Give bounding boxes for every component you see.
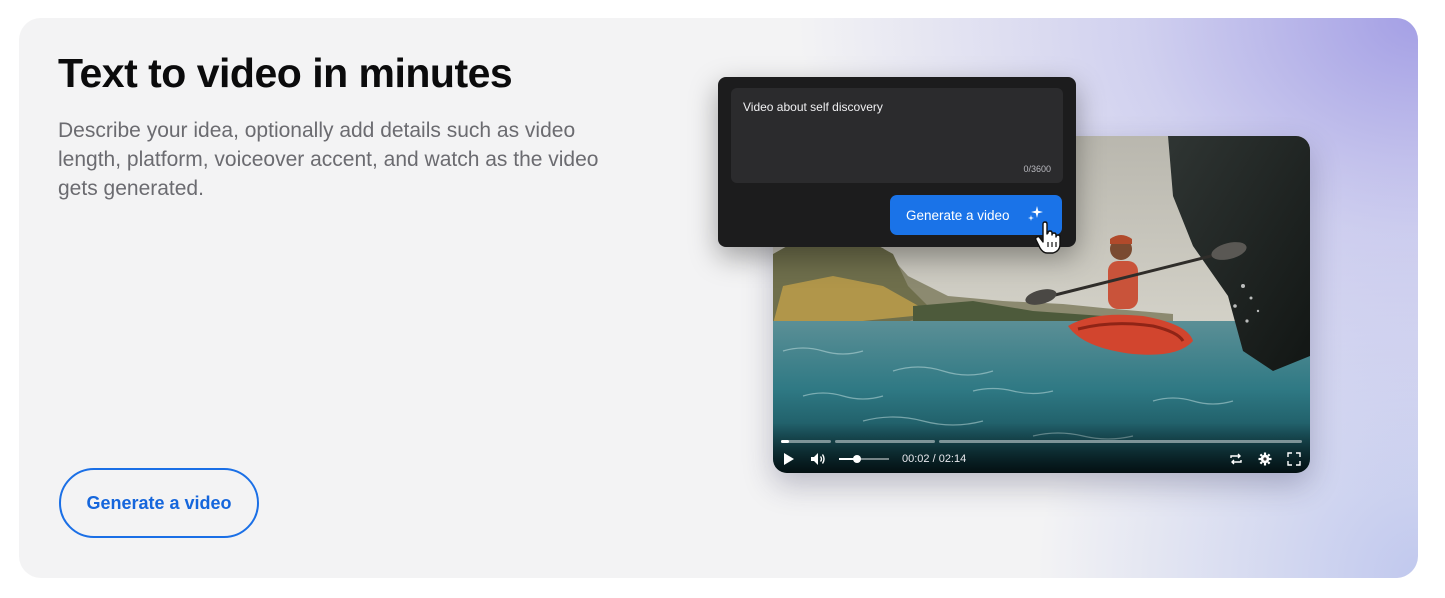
play-icon[interactable] (783, 452, 795, 466)
character-counter: 0/3600 (1023, 164, 1051, 174)
pointer-hand-icon (1034, 221, 1061, 254)
prompt-panel: Video about self discovery 0/3600 Genera… (718, 77, 1076, 254)
progress-fill (781, 440, 789, 443)
progress-segment[interactable] (835, 440, 935, 443)
feature-description: Describe your idea, optionally add detai… (58, 119, 599, 200)
feature-card: Text to video in minutes Describe your i… (19, 18, 1418, 578)
volume-slider[interactable] (839, 455, 889, 463)
video-controls: 00:02 / 02:14 (773, 423, 1310, 473)
video-progress-bar[interactable] (781, 440, 1302, 443)
fullscreen-icon[interactable] (1287, 452, 1301, 466)
progress-segment[interactable] (781, 440, 831, 443)
feature-title: Text to video in minutes (58, 50, 513, 96)
prompt-textarea[interactable]: Video about self discovery 0/3600 (731, 88, 1063, 183)
time-display: 00:02 / 02:14 (902, 453, 967, 465)
volume-handle[interactable] (853, 455, 861, 463)
progress-segment[interactable] (939, 440, 1302, 443)
prompt-input-value[interactable]: Video about self discovery (743, 100, 883, 114)
repeat-icon[interactable] (1229, 452, 1243, 466)
generate-video-button[interactable]: Generate a video (59, 468, 259, 538)
settings-icon[interactable] (1258, 452, 1272, 466)
sparkle-icon (1028, 206, 1043, 221)
prompt-generate-label: Generate a video (906, 207, 1010, 223)
volume-icon[interactable] (810, 452, 826, 466)
